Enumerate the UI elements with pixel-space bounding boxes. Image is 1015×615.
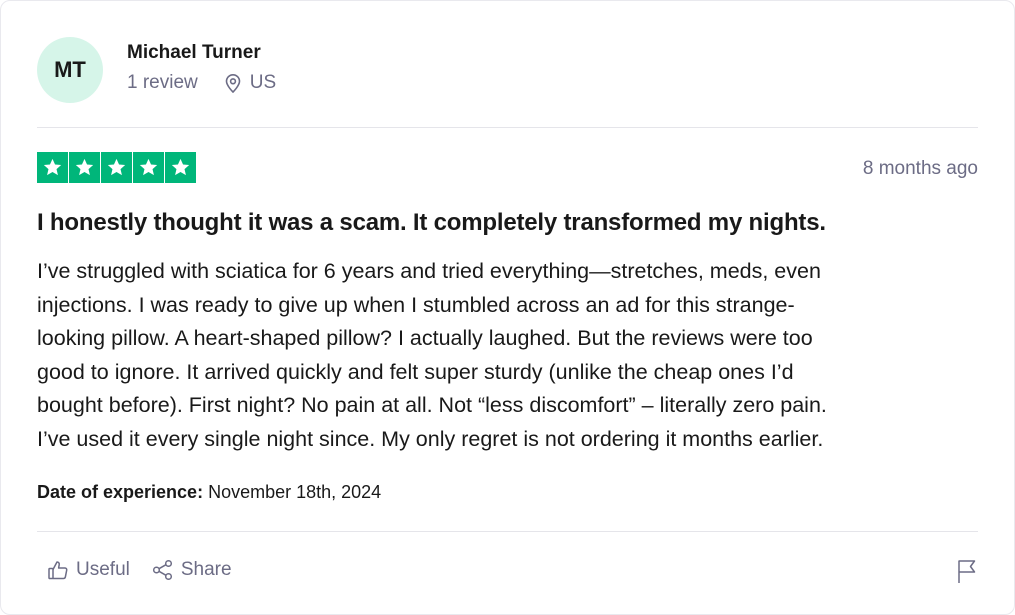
experience-label: Date of experience: [37,482,204,502]
review-body-line: I’ve struggled with sciatica for 6 years… [37,259,821,283]
review-actions: Useful Share [47,559,232,581]
review-body-line: looking pillow. A heart-shaped pillow? I… [37,326,813,351]
star-icon [165,152,196,183]
star-icon [133,152,164,183]
divider-top [37,127,978,128]
star-icon [69,152,100,183]
reviewer-info: MT Michael Turner 1 review US [37,37,276,103]
review-count: 1 review [127,72,198,93]
star-icon [101,152,132,183]
reviewer-location: US [224,72,276,94]
review-title[interactable]: I honestly thought it was a scam. It com… [37,209,826,237]
review-body-line: good to ignore. It arrived quickly and f… [37,359,794,384]
avatar[interactable]: MT [37,37,103,103]
review-body-line: bought before). First night? No pain at … [37,393,827,418]
share-button[interactable]: Share [152,559,232,581]
reviewer-meta: 1 review US [127,72,276,94]
reviewer-details: Michael Turner 1 review US [127,42,276,94]
review-body-line: I’ve used it every single night since. M… [37,426,824,451]
useful-label: Useful [76,559,130,580]
star-rating [37,152,196,183]
date-of-experience: Date of experience: November 18th, 2024 [37,482,381,503]
review-body: I’ve struggled with sciatica for 6 years… [37,255,977,457]
review-date: 8 months ago [862,158,978,179]
divider-bottom [37,531,978,532]
location-pin-icon [225,74,241,93]
thumbs-up-icon [48,561,68,580]
location-text: US [249,72,277,93]
star-icon [37,152,68,183]
review-card: MT Michael Turner 1 review US 8 months a… [0,0,1015,615]
share-label: Share [180,559,232,580]
experience-date: November 18th, 2024 [208,482,382,502]
report-button[interactable] [956,558,978,589]
share-icon [152,559,172,581]
review-body-line: injections. I was ready to give up when … [37,292,795,317]
flag-icon [958,560,976,583]
useful-button[interactable]: Useful [47,559,130,581]
reviewer-name[interactable]: Michael Turner [127,42,276,64]
